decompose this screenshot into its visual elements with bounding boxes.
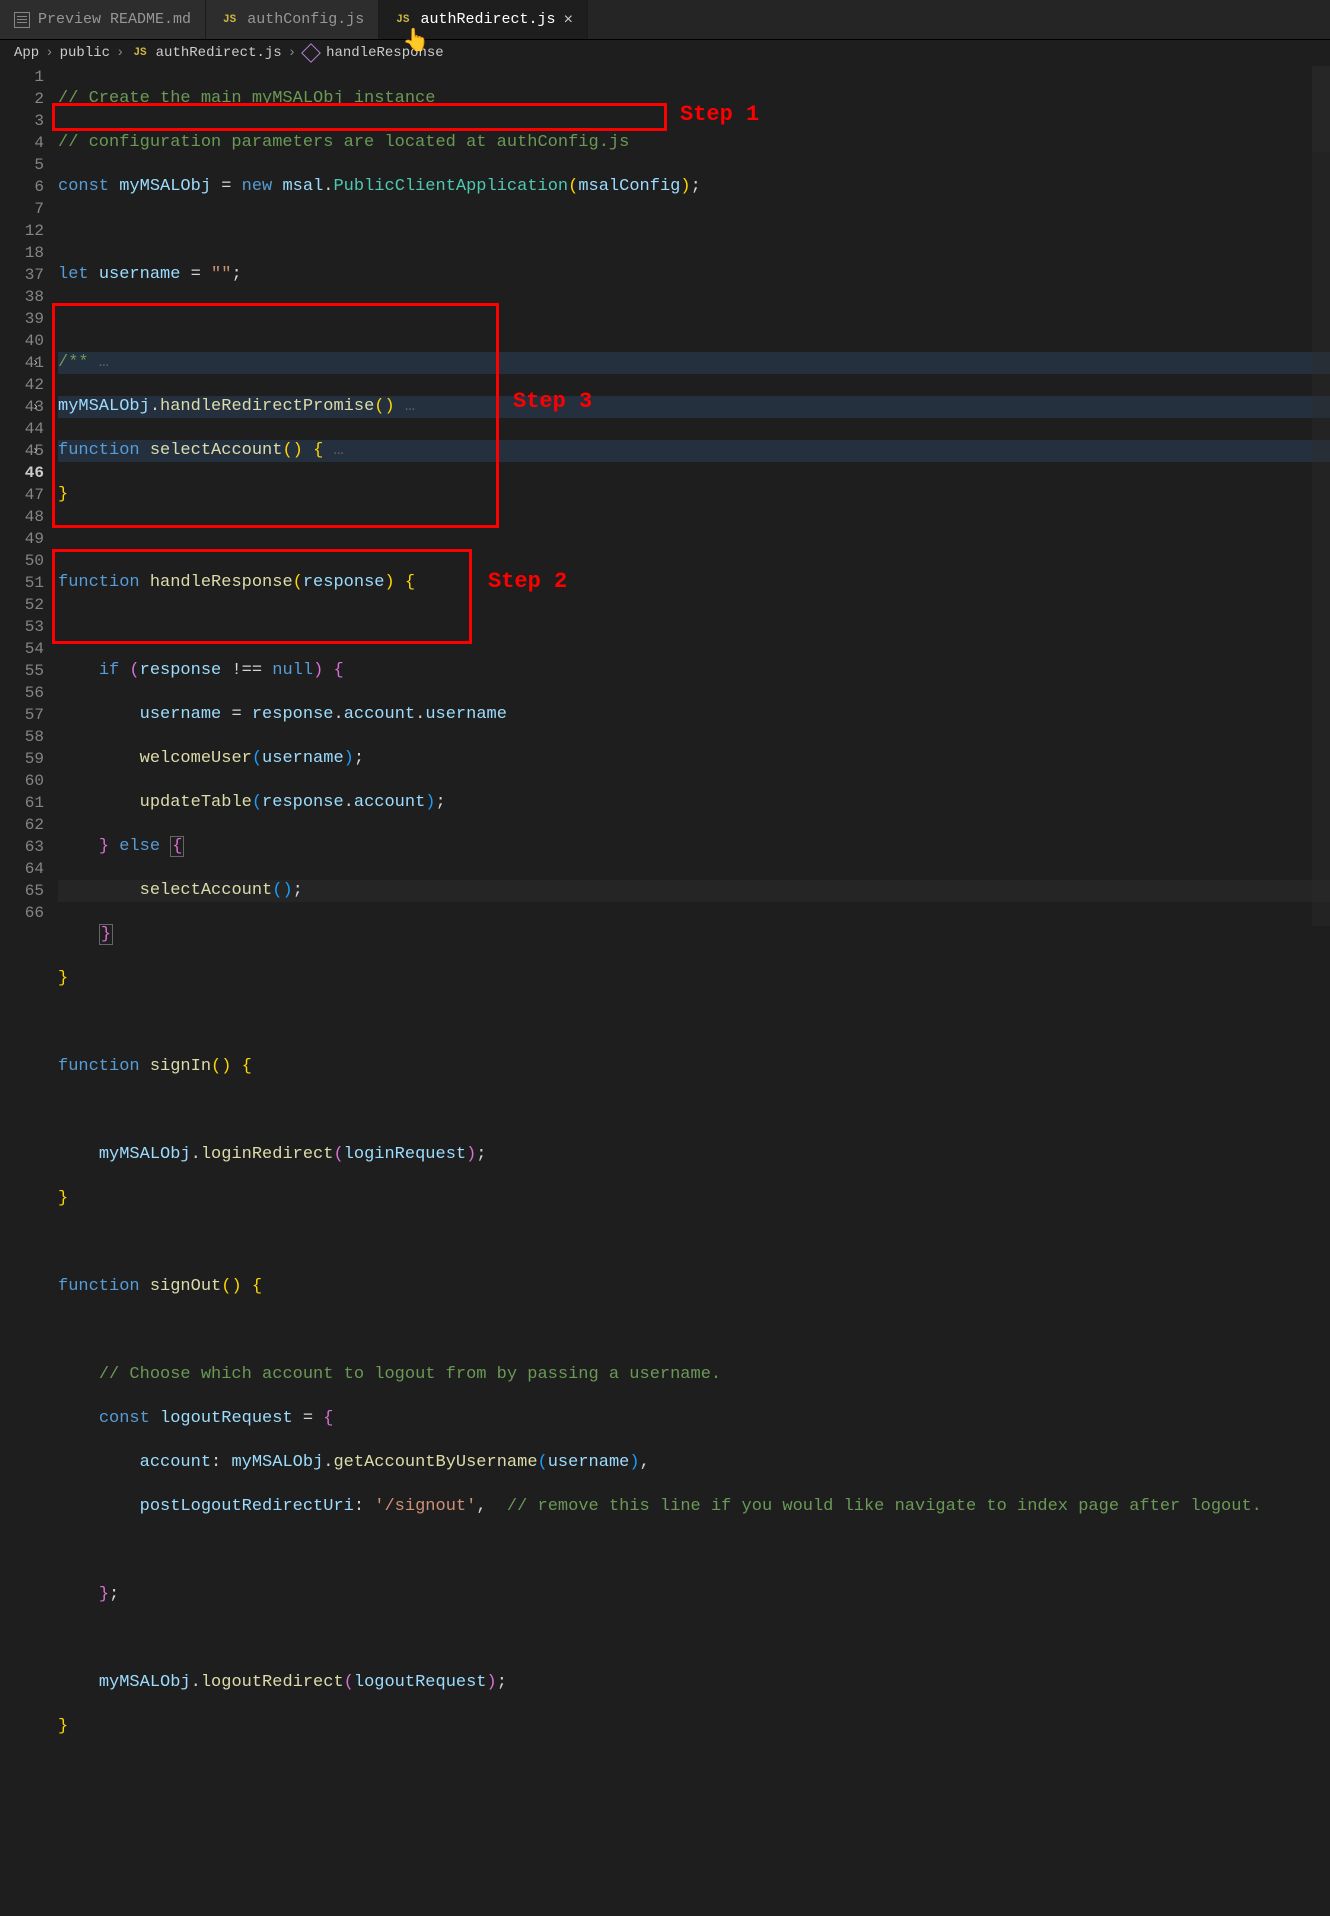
line-number-gutter: 1 2 3 4 5 6 7 12 18 37 38 39 40 41 42 43…	[0, 66, 58, 958]
breadcrumb-item[interactable]: App	[14, 45, 39, 61]
code-comment: // configuration parameters are located …	[58, 133, 629, 152]
preview-icon	[14, 12, 30, 28]
tab-label: Preview README.md	[38, 11, 191, 28]
js-icon: JS	[220, 14, 239, 26]
annotation-label: Step 1	[680, 104, 759, 126]
tab-bar: Preview README.md JS authConfig.js JS au…	[0, 0, 1330, 40]
minimap[interactable]	[1312, 66, 1330, 926]
breadcrumb-item[interactable]: public	[60, 45, 110, 61]
breadcrumb-item[interactable]: authRedirect.js	[156, 45, 282, 61]
code-editor[interactable]: 1 2 3 4 5 6 7 12 18 37 38 39 40 41 42 43…	[0, 66, 1330, 958]
tab-label: authConfig.js	[247, 11, 364, 28]
cursor-hand-icon: 👆	[402, 28, 429, 54]
fold-chevron-icon[interactable]: ›	[32, 396, 39, 418]
tab-label: authRedirect.js	[420, 11, 555, 28]
breadcrumb[interactable]: App› public› JS authRedirect.js› handleR…	[0, 40, 1330, 66]
code-area[interactable]: // Create the main myMSALObj instance //…	[58, 66, 1330, 958]
fold-chevron-icon[interactable]: ›	[32, 352, 39, 374]
js-icon: JS	[130, 47, 149, 59]
tab-preview-readme[interactable]: Preview README.md	[0, 0, 206, 39]
annotation-label: Step 3	[513, 391, 592, 413]
close-icon[interactable]: ×	[564, 11, 574, 29]
code-comment: // Create the main myMSALObj instance	[58, 89, 435, 108]
symbol-icon	[301, 43, 321, 63]
js-icon: JS	[393, 14, 412, 26]
fold-chevron-icon[interactable]: ›	[32, 440, 39, 462]
tab-authconfig[interactable]: JS authConfig.js	[206, 0, 379, 39]
annotation-label: Step 2	[488, 571, 567, 593]
